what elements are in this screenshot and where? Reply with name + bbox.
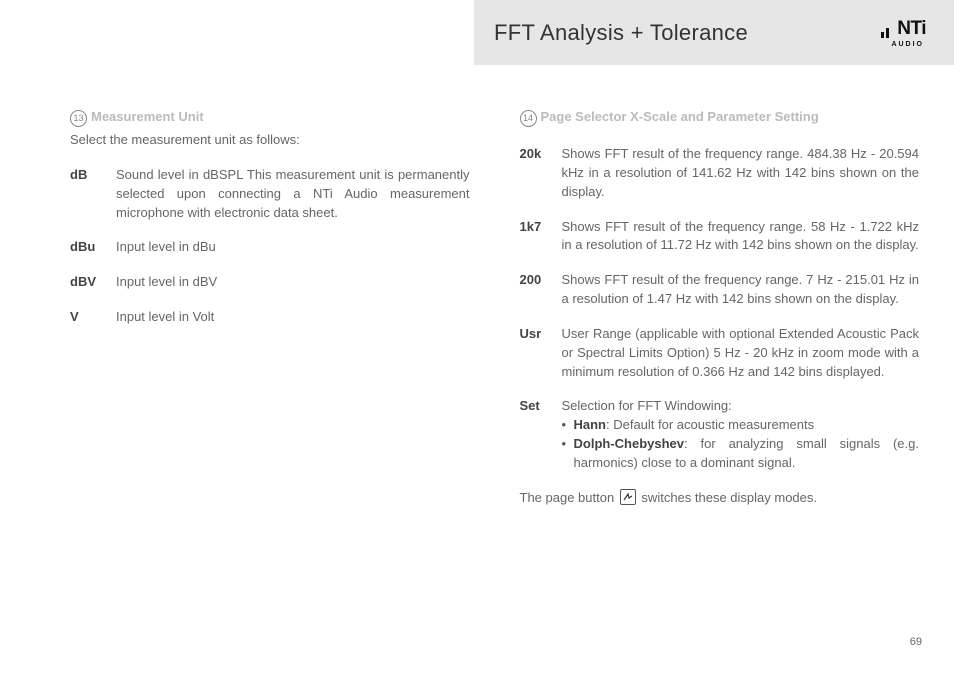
def-term: Set bbox=[520, 397, 562, 472]
def-row: dBu Input level in dBu bbox=[70, 238, 470, 257]
footer-text-a: The page button bbox=[520, 490, 618, 505]
logo-text-wrap: NTi AUDIO bbox=[891, 15, 926, 50]
def-term: 1k7 bbox=[520, 218, 562, 256]
bullet-bold: Dolph-Chebyshev bbox=[574, 436, 685, 451]
page-number: 69 bbox=[910, 635, 922, 651]
list-item: Hann: Default for acoustic measurements bbox=[562, 416, 920, 435]
set-lead: Selection for FFT Windowing: bbox=[562, 398, 732, 413]
def-term: dBV bbox=[70, 273, 116, 292]
def-row: dB Sound level in dBSPL This measurement… bbox=[70, 166, 470, 223]
def-row: Usr User Range (applicable with optional… bbox=[520, 325, 920, 382]
page-header: FFT Analysis + Tolerance NTi AUDIO bbox=[474, 0, 954, 65]
brand-logo: NTi AUDIO bbox=[881, 15, 926, 50]
logo-bars-icon bbox=[881, 28, 889, 38]
def-term: V bbox=[70, 308, 116, 327]
def-row-set: Set Selection for FFT Windowing: Hann: D… bbox=[520, 397, 920, 472]
logo-text: NTi bbox=[897, 15, 926, 43]
def-term: dB bbox=[70, 166, 116, 223]
bullet-bold: Hann bbox=[574, 417, 607, 432]
list-item: Dolph-Chebyshev: for analyzing small sig… bbox=[562, 435, 920, 473]
right-heading-text: Page Selector X-Scale and Parameter Sett… bbox=[541, 109, 819, 124]
def-desc: Input level in Volt bbox=[116, 308, 470, 327]
right-column: 14 Page Selector X-Scale and Parameter Se… bbox=[520, 108, 920, 673]
left-column: 13 Measurement Unit Select the measuremen… bbox=[70, 108, 470, 673]
set-bullets: Hann: Default for acoustic measurements … bbox=[562, 416, 920, 473]
spacer bbox=[520, 131, 920, 145]
footer-text-b: switches these display modes. bbox=[638, 490, 817, 505]
def-term: dBu bbox=[70, 238, 116, 257]
footer-line: The page button switches these display m… bbox=[520, 489, 920, 508]
def-desc: Shows FFT result of the frequency range.… bbox=[562, 271, 920, 309]
circled-number-13: 13 bbox=[70, 110, 87, 127]
def-row: 20k Shows FFT result of the frequency ra… bbox=[520, 145, 920, 202]
def-row: V Input level in Volt bbox=[70, 308, 470, 327]
left-section-heading: 13 Measurement Unit bbox=[70, 108, 470, 127]
page-title: FFT Analysis + Tolerance bbox=[494, 17, 748, 49]
def-term: 200 bbox=[520, 271, 562, 309]
def-row: 1k7 Shows FFT result of the frequency ra… bbox=[520, 218, 920, 256]
right-section-heading: 14 Page Selector X-Scale and Parameter Se… bbox=[520, 108, 920, 127]
circled-number-14: 14 bbox=[520, 110, 537, 127]
content-columns: 13 Measurement Unit Select the measuremen… bbox=[70, 108, 919, 673]
def-desc: Sound level in dBSPL This measurement un… bbox=[116, 166, 470, 223]
def-row: dBV Input level in dBV bbox=[70, 273, 470, 292]
def-term: 20k bbox=[520, 145, 562, 202]
def-term: Usr bbox=[520, 325, 562, 382]
def-row: 200 Shows FFT result of the frequency ra… bbox=[520, 271, 920, 309]
def-desc: Shows FFT result of the frequency range.… bbox=[562, 218, 920, 256]
left-heading-text: Measurement Unit bbox=[91, 109, 204, 124]
def-desc-set: Selection for FFT Windowing: Hann: Defau… bbox=[562, 397, 920, 472]
bullet-rest: : Default for acoustic measurements bbox=[606, 417, 814, 432]
page-button-icon bbox=[620, 489, 636, 505]
def-desc: Input level in dBu bbox=[116, 238, 470, 257]
def-desc: User Range (applicable with optional Ext… bbox=[562, 325, 920, 382]
left-intro: Select the measurement unit as follows: bbox=[70, 131, 470, 150]
def-desc: Input level in dBV bbox=[116, 273, 470, 292]
page: FFT Analysis + Tolerance NTi AUDIO 13 Mea… bbox=[0, 0, 954, 673]
def-desc: Shows FFT result of the frequency range.… bbox=[562, 145, 920, 202]
logo-subtext: AUDIO bbox=[891, 40, 924, 50]
